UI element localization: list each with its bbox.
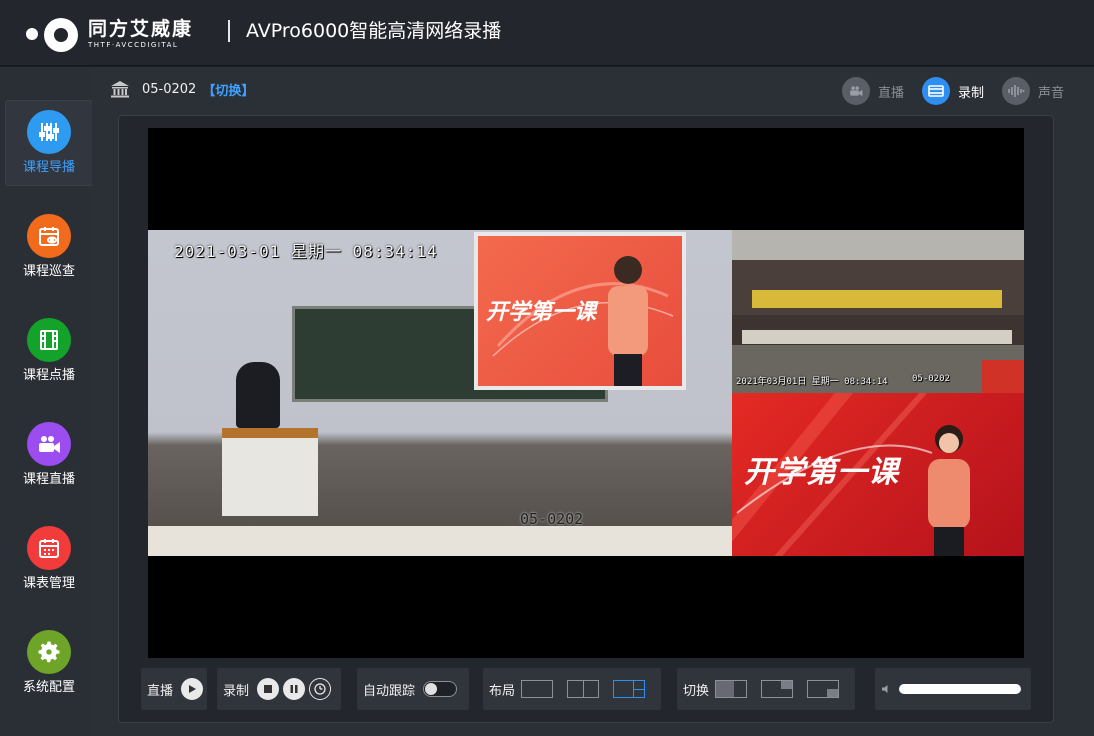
stop-icon [264,685,273,693]
mode-live[interactable]: 直播 [841,77,904,105]
sidebar-item-course-live[interactable]: 课程直播 [5,412,93,498]
record-pause-button[interactable] [283,678,306,700]
record-stop-button[interactable] [257,678,280,700]
record-schedule-button[interactable] [309,678,332,700]
app-title: AVPro6000智能高清网络录播 [246,20,502,42]
logo-mark-icon [26,16,80,52]
video-camera-icon [841,77,870,105]
live-label: 直播 [147,683,174,699]
volume-control [875,668,1031,710]
calendar-eye-icon [27,214,71,258]
switch-label: 切换 [683,683,710,699]
camera-room-label: 05-0202 [520,510,584,528]
calendar-icon [27,526,71,570]
sidebar-item-settings[interactable]: 系统配置 [5,620,93,706]
camera-timestamp: 2021-03-01 星期一 08:34:14 [174,242,438,261]
layout-label: 布局 [489,683,516,699]
sidebar-item-label: 课程直播 [22,472,75,487]
play-icon [189,685,197,693]
header-divider [228,20,230,42]
room-id: 05-0202 [142,81,197,97]
layout-control: 布局 [483,668,661,710]
slide-title: 开学第一课 [744,455,899,490]
mode-record[interactable]: 录制 [921,77,984,105]
pause-icon [290,685,298,693]
sidebar-item-label: 课表管理 [22,576,75,591]
layout-single-button[interactable] [521,680,554,698]
mode-indicators: 直播 录制 声音 [824,77,1064,105]
live-control: 直播 [141,668,207,710]
clock-icon [314,683,326,695]
projector-screen: 开学第一课 [474,232,686,390]
logo-name: 同方艾威康 [88,18,194,40]
presenter-figure [928,425,970,556]
auto-track-control: 自动跟踪 [357,668,469,710]
sidebar-item-schedule[interactable]: 课表管理 [5,516,93,602]
auto-track-toggle[interactable] [423,681,458,697]
room-bar: 05-0202 【切换】 [110,79,254,99]
mode-audio[interactable]: 声音 [1001,77,1064,105]
video-preview[interactable]: 开学第一课 2021-03-01 星期一 08:34:14 05-0202 20… [148,128,1024,658]
sound-wave-icon [1001,77,1030,105]
volume-slider[interactable] [899,684,1021,694]
presentation-feed[interactable]: 开学第一课 [732,393,1024,556]
teacher-camera-feed[interactable]: 开学第一课 2021-03-01 星期一 08:34:14 05-0202 [148,230,732,556]
podium [222,428,318,516]
record-screen-icon [921,77,950,105]
student-camera-timestamp: 2021年03月01日 星期一 08:34:14 [736,377,888,387]
app-header: 同方艾威康 THTF·AVCCDIGITAL AVPro6000智能高清网络录播 [0,0,1094,66]
building-icon [111,81,129,98]
sidebar-item-course-vod[interactable]: 课程点播 [5,308,93,394]
video-camera-icon [27,422,71,466]
mode-label: 声音 [1037,85,1064,101]
sidebar: 课程导播 课程巡查 课程点播 课程直播 课表管理 系统配置 [0,67,93,736]
sidebar-item-course-director[interactable]: 课程导播 [5,100,93,186]
sidebar-item-label: 系统配置 [22,680,75,695]
sliders-icon [27,110,71,154]
film-icon [27,318,71,362]
control-bar: 直播 录制 自动跟踪 布局 切换 [141,668,1031,710]
student-camera-feed[interactable]: 2021年03月01日 星期一 08:34:14 05-0202 [732,230,1024,393]
logo-subtitle: THTF·AVCCDIGITAL [88,41,179,49]
mode-label: 直播 [877,85,904,101]
sidebar-item-label: 课程导播 [22,160,75,175]
sidebar-item-label: 课程巡查 [22,264,75,279]
toggle-knob [425,683,438,695]
screen-slide-title: 开学第一课 [486,300,597,325]
brand-logo: 同方艾威康 THTF·AVCCDIGITAL [26,14,193,54]
switch-left-main-button[interactable] [715,680,748,698]
gear-icon [27,630,71,674]
switch-top-right-button[interactable] [761,680,794,698]
live-play-button[interactable] [181,678,204,700]
auto-track-label: 自动跟踪 [363,683,416,699]
sidebar-item-course-patrol[interactable]: 课程巡查 [5,204,93,290]
student-camera-room: 05-0202 [912,374,950,384]
switch-control: 切换 [677,668,855,710]
layout-triple-button[interactable] [613,680,646,698]
layout-dual-button[interactable] [567,680,600,698]
player-panel: 开学第一课 2021-03-01 星期一 08:34:14 05-0202 20… [118,115,1054,723]
student-desk [148,526,732,556]
teacher-figure [236,362,280,428]
sidebar-item-label: 课程点播 [22,368,75,383]
main-content: 05-0202 【切换】 直播 录制 声音 开学第一课 2021-03-01 星… [92,67,1094,736]
record-control: 录制 [217,668,341,710]
mode-label: 录制 [957,85,984,101]
switch-room-link[interactable]: 【切换】 [202,80,254,99]
switch-bottom-right-button[interactable] [807,680,840,698]
speaker-icon [882,685,888,693]
record-label: 录制 [223,683,250,699]
